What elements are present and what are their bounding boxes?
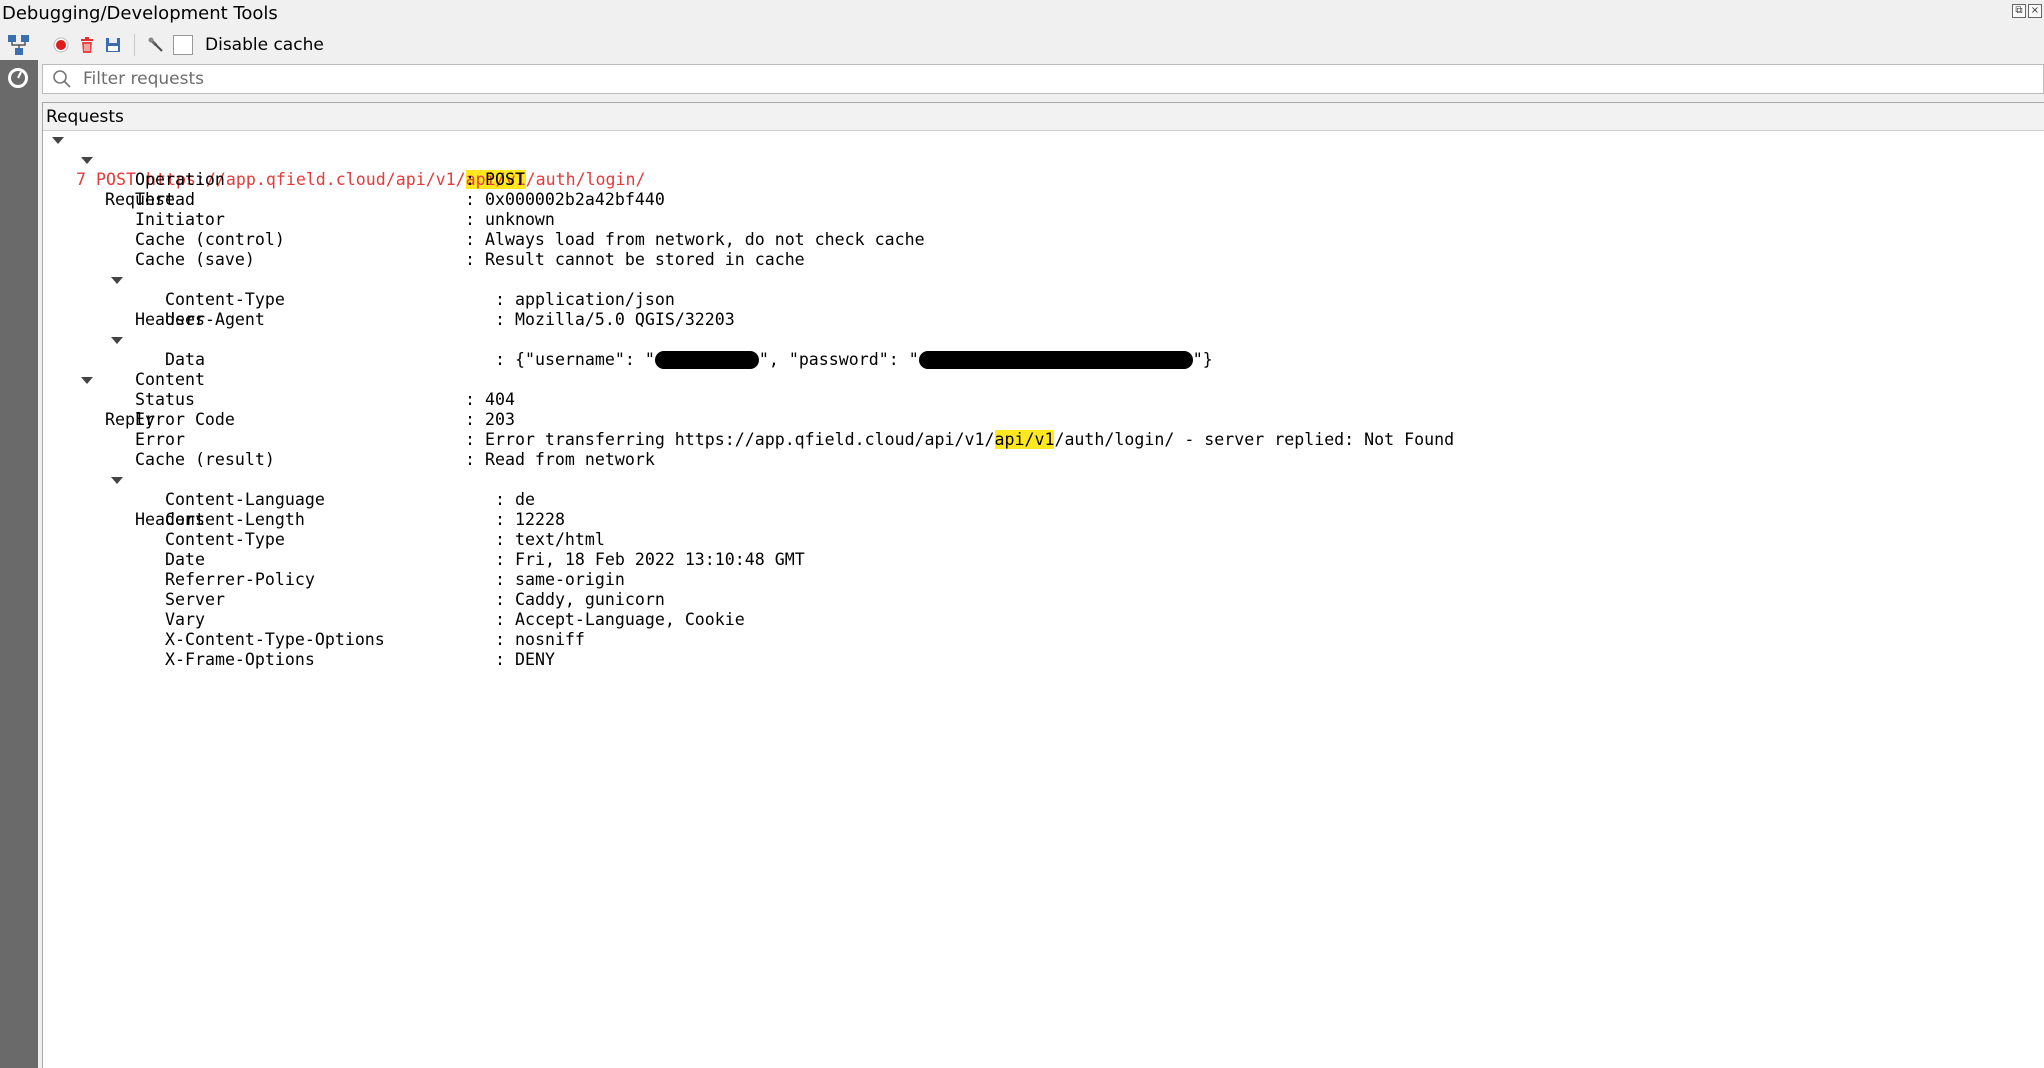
settings-button[interactable] xyxy=(143,32,169,58)
disable-cache-checkbox[interactable] xyxy=(173,35,193,55)
request-item[interactable]: 7 POST https://app.qfield.cloud/api/v1/a… xyxy=(43,130,646,189)
window-title: Debugging/Development Tools xyxy=(2,3,278,24)
expand-arrow-icon[interactable] xyxy=(109,470,125,490)
field-row: Operation : POST xyxy=(135,170,525,189)
save-icon xyxy=(106,38,120,52)
field-row: Cache (control) : Always load from netwo… xyxy=(135,230,925,249)
close-button[interactable]: × xyxy=(2028,4,2042,18)
network-icon[interactable] xyxy=(6,32,32,58)
expand-arrow-icon[interactable] xyxy=(50,130,66,150)
expand-arrow-icon[interactable] xyxy=(109,270,125,290)
requests-panel: Requests 7 POST https://app.qfield.cloud… xyxy=(42,102,2044,1068)
header-row: User-Agent : Mozilla/5.0 QGIS/32203 xyxy=(165,310,735,329)
header-row: Referrer-Policy : same-origin xyxy=(165,570,625,589)
timer-icon[interactable] xyxy=(6,66,30,90)
filter-requests-input[interactable] xyxy=(81,68,1981,90)
header-row: Content-Length : 12228 xyxy=(165,510,565,529)
save-button[interactable] xyxy=(100,32,126,58)
window-controls: ⧉ × xyxy=(2012,4,2042,18)
redacted-username xyxy=(654,350,759,369)
clear-button[interactable] xyxy=(74,32,100,58)
toolbar: Disable cache xyxy=(38,28,2044,62)
disable-cache-label[interactable]: Disable cache xyxy=(205,35,324,55)
header-row: Date : Fri, 18 Feb 2022 13:10:48 GMT xyxy=(165,550,805,569)
header-row: X-Content-Type-Options : nosniff xyxy=(165,630,585,649)
toolbar-separator xyxy=(134,34,135,56)
content-section[interactable]: Content xyxy=(43,330,205,389)
left-sidebar xyxy=(0,28,38,1068)
error-row: Error : Error transferring https://app.q… xyxy=(135,430,1455,449)
field-row: Cache (result) : Read from network xyxy=(135,450,655,469)
request-section[interactable]: Request xyxy=(43,150,175,209)
title-bar: Debugging/Development Tools ⧉ × xyxy=(0,0,2044,28)
field-row: Error Code : 203 xyxy=(135,410,515,429)
header-row: Vary : Accept-Language, Cookie xyxy=(165,610,745,629)
field-row: Status : 404 xyxy=(135,390,515,409)
header-row: X-Frame-Options : DENY xyxy=(165,650,555,669)
filter-bar xyxy=(42,64,2044,94)
header-row: Content-Language : de xyxy=(165,490,535,509)
record-icon xyxy=(53,37,69,53)
field-row: Cache (save) : Result cannot be stored i… xyxy=(135,250,805,269)
sidebar-strip xyxy=(0,60,38,1068)
requests-header: Requests xyxy=(43,103,2044,131)
expand-arrow-icon[interactable] xyxy=(79,150,95,170)
field-row: Thread : 0x000002b2a42bf440 xyxy=(135,190,665,209)
clear-icon xyxy=(81,37,93,53)
field-row: Initiator : unknown xyxy=(135,210,555,229)
expand-arrow-icon[interactable] xyxy=(109,330,125,350)
redacted-password xyxy=(918,350,1193,369)
header-row: Content-Type : application/json xyxy=(165,290,675,309)
expand-arrow-icon[interactable] xyxy=(79,370,95,390)
reply-section[interactable]: Reply xyxy=(43,370,155,429)
request-headers-section[interactable]: Headers xyxy=(43,270,205,329)
search-icon xyxy=(53,70,71,88)
float-button[interactable]: ⧉ xyxy=(2012,4,2026,18)
settings-icon xyxy=(148,37,163,52)
header-row: Content-Type : text/html xyxy=(165,530,605,549)
header-row: Server : Caddy, gunicorn xyxy=(165,590,665,609)
reply-headers-section[interactable]: Headers xyxy=(43,470,205,529)
record-button[interactable] xyxy=(48,32,74,58)
content-row: Data : {"username": " ", "password": " "} xyxy=(165,350,1213,369)
